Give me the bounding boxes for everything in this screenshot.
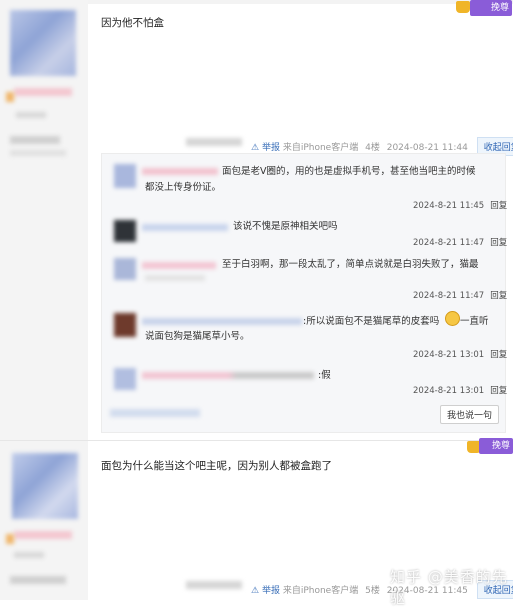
client-label: 来自iPhone客户端 bbox=[282, 143, 359, 153]
blurred-text bbox=[145, 275, 205, 281]
post-content: 因为他不怕盒 bbox=[101, 17, 164, 29]
username[interactable] bbox=[14, 88, 72, 96]
reply-text: 说面包狗是猫尾草小号。 bbox=[145, 331, 250, 342]
floor-number: 5楼 bbox=[365, 586, 380, 596]
reply-avatar[interactable] bbox=[114, 164, 136, 188]
reply-time: 2024-8-21 11:47 回复 bbox=[413, 238, 508, 248]
reply-time: 2024-8-21 13:01 回复 bbox=[413, 350, 508, 360]
reply-text: 都没上传身份证。 bbox=[145, 182, 222, 193]
user-meta bbox=[14, 552, 44, 558]
reply-time: 2024-8-21 11:45 回复 bbox=[413, 201, 508, 211]
level-badge bbox=[6, 92, 14, 102]
reply-username[interactable] bbox=[142, 168, 218, 175]
reply-text: :假 bbox=[318, 370, 331, 381]
avatar[interactable] bbox=[10, 10, 76, 76]
user-meta bbox=[16, 112, 46, 118]
client-label: 来自iPhone客户端 bbox=[282, 586, 359, 596]
avatar[interactable] bbox=[12, 453, 78, 519]
reply-link[interactable]: 回复 bbox=[490, 291, 507, 301]
reply-link[interactable]: 回复 bbox=[490, 386, 507, 396]
user-meta bbox=[10, 136, 60, 144]
pager bbox=[110, 409, 200, 417]
reply-text: 一直听 bbox=[460, 316, 489, 327]
reply-avatar[interactable] bbox=[114, 258, 136, 280]
report-link[interactable]: 举报 bbox=[262, 586, 280, 596]
warning-icon: ⚠ bbox=[251, 586, 260, 596]
reply-text: 至于白羽啊，那一段太乱了，简单点说就是白羽失败了，猫最 bbox=[222, 259, 479, 270]
reply-avatar[interactable] bbox=[114, 368, 136, 390]
blurred-tail bbox=[186, 138, 242, 146]
reply-text: 面包是老V圈的，用的也是虚拟手机号，甚至他当吧主的时候 bbox=[222, 166, 476, 177]
reply-username[interactable] bbox=[142, 372, 314, 379]
vip-badge[interactable]: 挽尊 bbox=[470, 0, 512, 16]
warning-icon: ⚠ bbox=[251, 143, 260, 153]
reply-link[interactable]: 回复 bbox=[490, 201, 507, 211]
reply-text: 该说不愧是原神相关吧吗 bbox=[233, 221, 338, 232]
reply-username[interactable] bbox=[142, 262, 216, 269]
reply-time: 2024-8-21 13:01 回复 bbox=[413, 386, 508, 396]
watermark: 知乎 @美香的先驱 bbox=[390, 568, 508, 607]
vip-badge[interactable]: 挽尊 bbox=[479, 438, 513, 454]
post-content: 面包为什么能当这个吧主呢，因为别人都被盒跑了 bbox=[101, 460, 332, 472]
user-meta bbox=[10, 576, 66, 584]
reply-username[interactable] bbox=[142, 224, 228, 231]
crown-icon bbox=[456, 1, 470, 13]
reply-text: :所以说面包不是猫尾草的皮套吗 bbox=[303, 316, 440, 327]
reply-avatar[interactable] bbox=[114, 313, 136, 337]
post-time: 2024-08-21 11:44 bbox=[386, 143, 468, 153]
username[interactable] bbox=[14, 531, 72, 539]
reply-avatar[interactable] bbox=[114, 220, 136, 242]
reply-link[interactable]: 回复 bbox=[490, 350, 507, 360]
reply-time: 2024-8-21 11:47 回复 bbox=[413, 291, 508, 301]
floor-number: 4楼 bbox=[365, 143, 380, 153]
reply-username[interactable] bbox=[142, 318, 302, 325]
say-one-button[interactable]: 我也说一句 bbox=[440, 405, 500, 424]
level-badge bbox=[6, 534, 14, 544]
report-link[interactable]: 举报 bbox=[262, 143, 280, 153]
reply-link[interactable]: 回复 bbox=[490, 238, 507, 248]
user-meta bbox=[10, 150, 66, 156]
blurred-tail bbox=[186, 581, 242, 589]
smile-emoji-icon bbox=[445, 311, 460, 326]
